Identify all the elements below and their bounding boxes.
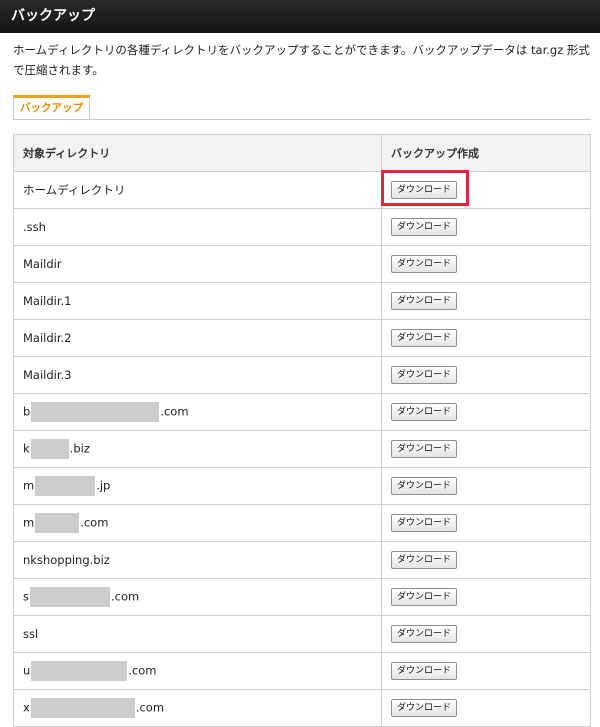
directory-cell: ssl [13, 615, 382, 653]
download-button[interactable]: ダウンロード [391, 181, 457, 199]
directory-name: Maildir.2 [23, 331, 72, 345]
action-cell: ダウンロード [381, 171, 591, 209]
redacted-text [35, 513, 80, 533]
download-button[interactable]: ダウンロード [391, 366, 457, 384]
directory-name: .ssh [23, 220, 46, 234]
redacted-text [30, 698, 135, 718]
backup-table: 対象ディレクトリ バックアップ作成 ホームディレクトリ ダウンロード .ssh ダウン… [13, 134, 591, 727]
directory-name: Maildir [23, 257, 62, 271]
action-cell: ダウンロード [381, 652, 591, 690]
directory-name: nkshopping.biz [23, 553, 110, 567]
download-button[interactable]: ダウンロード [391, 440, 457, 458]
redacted-text [31, 661, 128, 681]
directory-name: ホームディレクトリ [23, 183, 126, 197]
download-button[interactable]: ダウンロード [391, 551, 457, 569]
table-row: ssl ダウンロード [13, 615, 591, 653]
table-row: m .jp ダウンロード [13, 467, 591, 505]
table-row: m .com ダウンロード [13, 504, 591, 542]
action-cell: ダウンロード [381, 356, 591, 394]
download-button[interactable]: ダウンロード [391, 514, 457, 532]
tab-bar: バックアップ [13, 95, 591, 120]
table-row: u .com ダウンロード [13, 652, 591, 690]
directory-name-suffix: .com [135, 700, 165, 715]
directory-cell: u .com [13, 652, 382, 690]
table-row: Maildir.3 ダウンロード [13, 356, 591, 394]
action-cell: ダウンロード [381, 615, 591, 653]
download-button[interactable]: ダウンロード [391, 329, 457, 347]
table-row: Maildir.2 ダウンロード [13, 319, 591, 357]
directory-cell: k .biz [13, 430, 382, 468]
directory-name-suffix: .jp [96, 478, 111, 493]
directory-cell: .ssh [13, 208, 382, 246]
table-row: Maildir ダウンロード [13, 245, 591, 283]
directory-cell: b .com [13, 393, 382, 431]
directory-name: m [23, 478, 35, 493]
directory-name-suffix: .com [160, 404, 189, 419]
download-button[interactable]: ダウンロード [391, 218, 457, 236]
table-row: k .biz ダウンロード [13, 430, 591, 468]
page-description: ホームディレクトリの各種ディレクトリをバックアップすることができます。バックアッ… [13, 43, 590, 77]
table-row: x .com ダウンロード [13, 689, 591, 727]
action-cell: ダウンロード [381, 578, 591, 616]
action-cell: ダウンロード [381, 689, 591, 727]
download-button[interactable]: ダウンロード [391, 403, 457, 421]
redacted-text [31, 402, 160, 422]
directory-cell: Maildir.1 [13, 282, 382, 320]
download-button[interactable]: ダウンロード [391, 477, 457, 495]
directory-name: Maildir.3 [23, 368, 72, 382]
action-cell: ダウンロード [381, 467, 591, 505]
directory-name-suffix: .com [80, 515, 109, 530]
action-cell: ダウンロード [381, 430, 591, 468]
table-row: .ssh ダウンロード [13, 208, 591, 246]
redacted-text [30, 587, 110, 607]
directory-cell: Maildir.3 [13, 356, 382, 394]
directory-name-suffix: .com [111, 589, 140, 604]
directory-cell: m .com [13, 504, 382, 542]
directory-name: b [23, 404, 31, 419]
column-header-directory: 対象ディレクトリ [13, 134, 382, 172]
directory-cell: Maildir.2 [13, 319, 382, 357]
table-header-row: 対象ディレクトリ バックアップ作成 [13, 134, 591, 172]
directory-cell: s .com [13, 578, 382, 616]
directory-cell: x .com [13, 689, 382, 727]
download-button[interactable]: ダウンロード [391, 699, 457, 717]
download-button[interactable]: ダウンロード [391, 292, 457, 310]
directory-name: k [23, 441, 30, 456]
download-button[interactable]: ダウンロード [391, 625, 457, 643]
directory-name-suffix: .biz [69, 441, 90, 456]
directory-cell: m .jp [13, 467, 382, 505]
table-row: b .com ダウンロード [13, 393, 591, 431]
directory-name: Maildir.1 [23, 294, 72, 308]
table-row: ホームディレクトリ ダウンロード [13, 171, 591, 209]
redacted-text [30, 439, 69, 459]
directory-cell: ホームディレクトリ [13, 171, 382, 209]
action-cell: ダウンロード [381, 504, 591, 542]
table-row: nkshopping.biz ダウンロード [13, 541, 591, 579]
redacted-text [35, 476, 96, 496]
download-button[interactable]: ダウンロード [391, 662, 457, 680]
directory-cell: Maildir [13, 245, 382, 283]
column-header-backup: バックアップ作成 [381, 134, 591, 172]
page-title: バックアップ [11, 8, 95, 24]
download-button[interactable]: ダウンロード [391, 588, 457, 606]
page-header: バックアップ [0, 0, 600, 33]
directory-name: s [23, 589, 29, 604]
directory-name: m [23, 515, 35, 530]
directory-cell: nkshopping.biz [13, 541, 382, 579]
action-cell: ダウンロード [381, 541, 591, 579]
action-cell: ダウンロード [381, 245, 591, 283]
directory-name: u [23, 663, 31, 678]
action-cell: ダウンロード [381, 393, 591, 431]
table-row: s .com ダウンロード [13, 578, 591, 616]
table-row: Maildir.1 ダウンロード [13, 282, 591, 320]
download-button[interactable]: ダウンロード [391, 255, 457, 273]
directory-name-suffix: .com [128, 663, 157, 678]
action-cell: ダウンロード [381, 282, 591, 320]
action-cell: ダウンロード [381, 208, 591, 246]
action-cell: ダウンロード [381, 319, 591, 357]
directory-name: ssl [23, 627, 39, 641]
tab-backup[interactable]: バックアップ [13, 95, 90, 119]
directory-name: x [23, 700, 30, 715]
